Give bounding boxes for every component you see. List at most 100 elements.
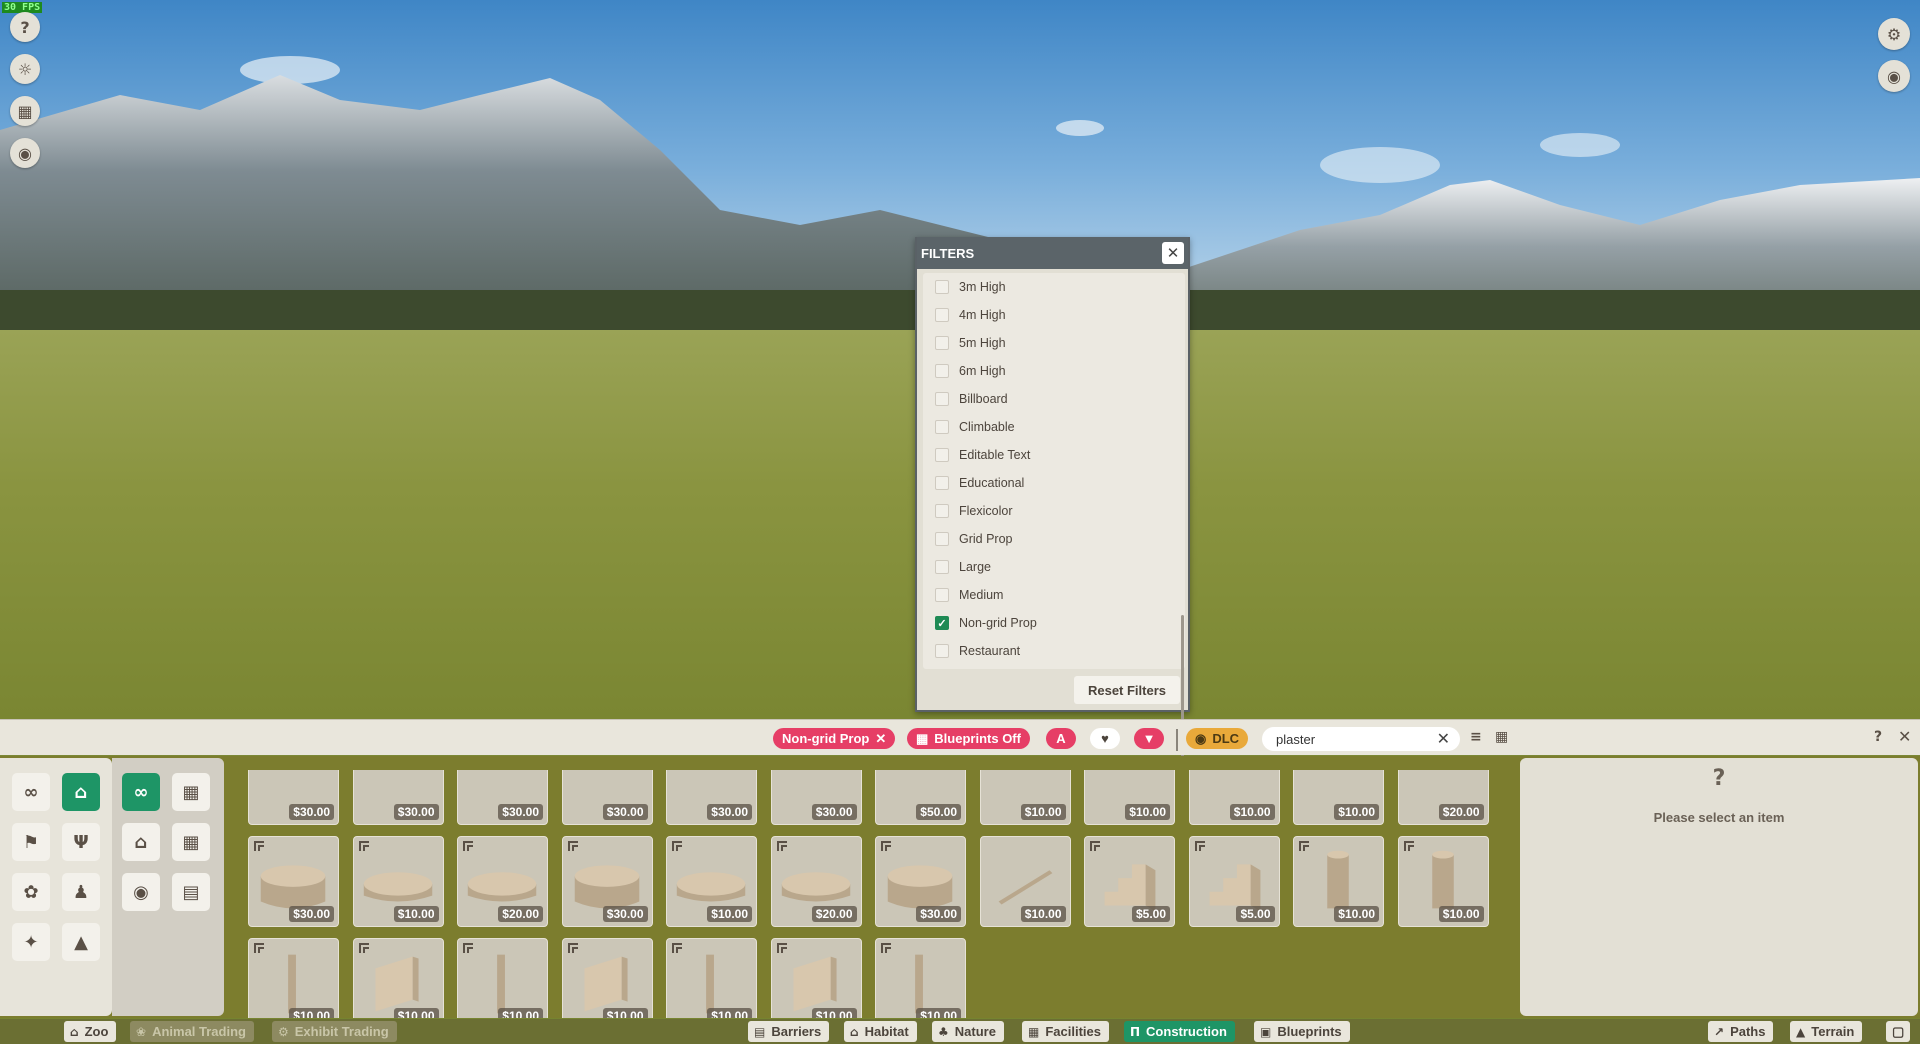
filter-checkbox[interactable] [935, 336, 949, 350]
item-tile[interactable]: $10.00 [1397, 836, 1489, 927]
remove-filter-icon[interactable]: ✕ [875, 731, 886, 747]
filter-checkbox[interactable] [935, 476, 949, 490]
filter-checkbox[interactable] [935, 364, 949, 378]
filter-option[interactable]: Billboard [923, 385, 1185, 413]
nav-paths[interactable]: ↗ Paths [1708, 1021, 1774, 1042]
filter-checkbox[interactable] [935, 504, 949, 518]
windows-icon[interactable]: ◉ [122, 873, 160, 911]
nav-barriers[interactable]: ▤ Barriers [748, 1021, 830, 1042]
close-panel-icon[interactable]: ✕ [1898, 727, 1911, 746]
filter-checkbox[interactable] [935, 560, 949, 574]
settings-icon[interactable]: ⚙ [1878, 18, 1910, 50]
shapes-category-icon[interactable]: ▲ [62, 923, 100, 961]
nav-terrain[interactable]: ▲ Terrain [1790, 1021, 1863, 1042]
item-tile[interactable]: $10.00 [1293, 836, 1384, 927]
help-icon[interactable]: ? [1874, 729, 1882, 745]
item-tile[interactable]: $10.00 [770, 938, 862, 1018]
filter-checkbox[interactable] [935, 392, 949, 406]
filter-checkbox[interactable]: ✓ [935, 616, 949, 630]
item-tile[interactable]: $30.00 [248, 836, 339, 927]
filter-option[interactable]: Educational [923, 469, 1185, 497]
nav-habitat[interactable]: ⌂ Habitat [844, 1021, 917, 1042]
item-tile[interactable]: $10.00 [979, 836, 1071, 927]
item-tile[interactable]: $10.00 [248, 938, 339, 1018]
doors-icon[interactable]: ▦ [172, 773, 210, 811]
item-tile[interactable]: $20.00 [1397, 770, 1489, 825]
reset-filters-button[interactable]: Reset Filters [1074, 676, 1180, 704]
item-tile[interactable]: $30.00 [248, 770, 339, 825]
lamps-category-icon[interactable]: Ψ [62, 823, 100, 861]
statues-category-icon[interactable]: ♟ [62, 873, 100, 911]
filter-icon[interactable]: ▼ [1134, 728, 1164, 749]
filter-option[interactable]: Flexicolor [923, 497, 1185, 525]
dlc-filter-chip[interactable]: ◉ DLC [1186, 728, 1249, 749]
nav-construction[interactable]: Π Construction [1124, 1021, 1235, 1042]
item-tile[interactable]: $10.00 [561, 938, 653, 1018]
all-items-icon[interactable]: ∞ [12, 773, 50, 811]
nav-zoo[interactable]: ⌂ Zoo [64, 1021, 117, 1042]
counters-icon[interactable]: ▤ [172, 873, 210, 911]
filter-option[interactable]: Climbable [923, 413, 1185, 441]
filter-list[interactable]: 3m High 4m High 5m High 6m High Billboard Cli… [923, 273, 1185, 669]
calendar-icon[interactable]: ▦ [10, 96, 40, 126]
filter-checkbox[interactable] [935, 644, 949, 658]
filter-checkbox[interactable] [935, 532, 949, 546]
item-tile[interactable]: $10.00 [666, 836, 757, 927]
item-tile[interactable]: $5.00 [1188, 836, 1280, 927]
filter-checkbox[interactable] [935, 420, 949, 434]
active-filter-chip[interactable]: Non-grid Prop ✕ [773, 728, 896, 749]
filter-option[interactable]: 6m High [923, 357, 1185, 385]
item-tile[interactable]: $20.00 [457, 836, 548, 927]
item-tile[interactable]: $10.00 [875, 938, 966, 1018]
nav-exhibit-trading[interactable]: ⚙ Exhibit Trading [272, 1021, 397, 1042]
filter-option[interactable]: 5m High [923, 329, 1185, 357]
signs-category-icon[interactable]: ⚑ [12, 823, 50, 861]
search-input[interactable]: plaster ✕ [1262, 727, 1460, 751]
camera-icon[interactable]: ◉ [1878, 60, 1910, 92]
item-tile[interactable]: $10.00 [1188, 770, 1280, 825]
item-tile[interactable]: $5.00 [1084, 836, 1175, 927]
item-tile[interactable]: $10.00 [352, 836, 444, 927]
grid-view-icon[interactable]: ▦ [1495, 729, 1508, 745]
item-tile[interactable]: $30.00 [457, 770, 548, 825]
item-tile[interactable]: $10.00 [352, 938, 444, 1018]
favourite-icon[interactable]: ♥ [1090, 728, 1120, 749]
filter-checkbox[interactable] [935, 280, 949, 294]
roofs-icon[interactable]: ⌂ [122, 823, 160, 861]
filter-option[interactable]: ✓ Non-grid Prop [923, 609, 1185, 637]
item-tile[interactable]: $30.00 [666, 770, 757, 825]
visibility-icon[interactable]: ◉ [10, 138, 40, 168]
item-tile[interactable]: $30.00 [561, 770, 653, 825]
nav-blueprints[interactable]: ▣ Blueprints [1254, 1021, 1350, 1042]
filter-option[interactable]: Large [923, 553, 1185, 581]
nav-nature[interactable]: ♣ Nature [932, 1021, 1004, 1042]
item-tile[interactable]: $30.00 [875, 836, 966, 927]
expand-icon[interactable]: ▢ [1886, 1021, 1911, 1042]
filter-option[interactable]: 4m High [923, 301, 1185, 329]
zoo-info-icon[interactable]: ☼ [10, 54, 40, 84]
decorations-category-icon[interactable]: ✿ [12, 873, 50, 911]
item-tile[interactable]: $10.00 [979, 770, 1071, 825]
filter-option[interactable]: Medium [923, 581, 1185, 609]
item-tile[interactable]: $20.00 [770, 836, 862, 927]
nav-facilities[interactable]: ▦ Facilities [1022, 1021, 1109, 1042]
filter-option[interactable]: Restaurant [923, 637, 1185, 665]
filter-checkbox[interactable] [935, 588, 949, 602]
help-icon[interactable]: ? [10, 12, 40, 42]
sort-icon[interactable]: ≡ [1470, 729, 1482, 745]
sort-alpha-icon[interactable]: A [1046, 728, 1076, 749]
walls-icon[interactable]: ▦ [172, 823, 210, 861]
item-tile[interactable]: $30.00 [561, 836, 653, 927]
item-tile[interactable]: $10.00 [666, 938, 757, 1018]
item-tile[interactable]: $30.00 [352, 770, 444, 825]
item-tile[interactable]: $30.00 [770, 770, 862, 825]
blueprints-toggle[interactable]: ▦ Blueprints Off [907, 728, 1030, 749]
filter-checkbox[interactable] [935, 308, 949, 322]
item-tile[interactable]: $10.00 [1293, 770, 1384, 825]
close-icon[interactable]: ✕ [1162, 242, 1184, 264]
item-tile[interactable]: $10.00 [1084, 770, 1175, 825]
effects-category-icon[interactable]: ✦ [12, 923, 50, 961]
filter-option[interactable]: 3m High [923, 273, 1185, 301]
all-subcategories-icon[interactable]: ∞ [122, 773, 160, 811]
buildings-category-icon[interactable]: ⌂ [62, 773, 100, 811]
